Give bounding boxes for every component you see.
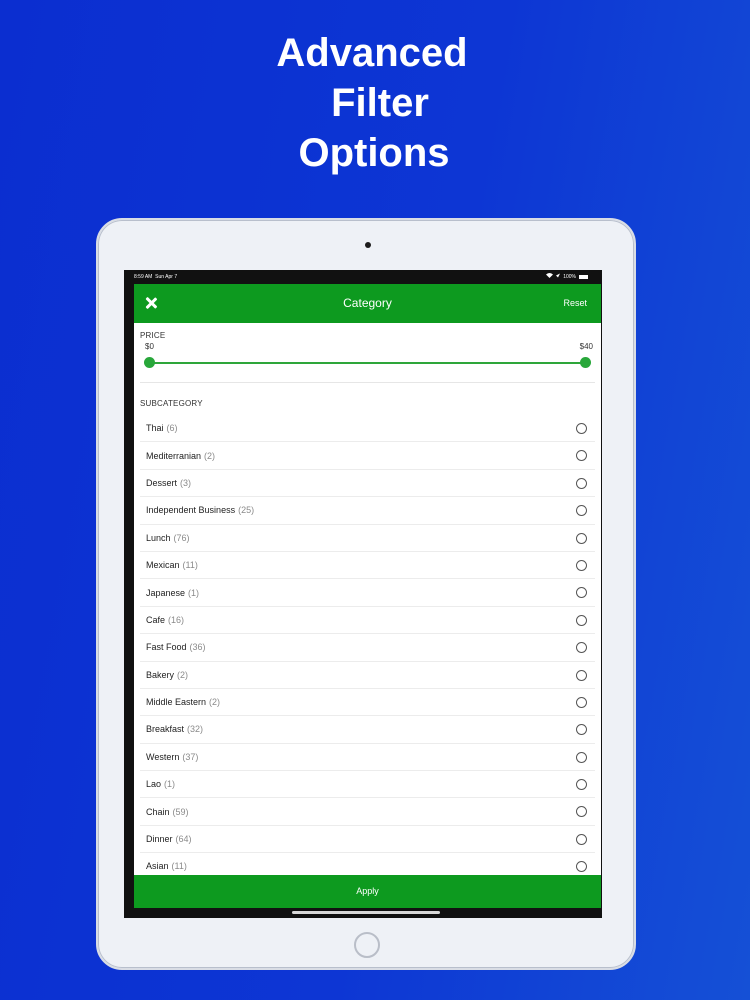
subcategory-count: (11) xyxy=(182,560,198,571)
status-time: 8:59 AM xyxy=(134,274,153,280)
subcategory-row[interactable]: Lao (1) xyxy=(140,771,595,799)
subcategory-name: Independent Business xyxy=(146,505,236,516)
filter-panel: Category Reset PRICE $0 $40 SUBCATEGORY … xyxy=(134,284,601,908)
subcategory-count: (2) xyxy=(177,669,189,680)
subcategory-row[interactable]: Dinner (64) xyxy=(140,826,595,854)
reset-button[interactable]: Reset xyxy=(563,284,587,323)
status-right: 100% xyxy=(546,270,588,284)
subcategory-count: (36) xyxy=(189,642,206,653)
subcategory-count: (76) xyxy=(173,532,190,543)
apply-button[interactable]: Apply xyxy=(134,875,601,908)
camera-dot xyxy=(365,242,371,248)
subcategory-row[interactable]: Thai (6) xyxy=(140,415,595,443)
subcategory-radio[interactable] xyxy=(576,505,587,517)
subcategory-radio[interactable] xyxy=(576,450,587,462)
subcategory-row[interactable]: Breakfast (32) xyxy=(140,716,595,744)
subcategory-name: Lao xyxy=(146,779,162,790)
home-indicator xyxy=(292,911,440,914)
price-label: PRICE xyxy=(140,331,166,340)
subcategory-count: (1) xyxy=(164,779,176,790)
subcategory-count: (32) xyxy=(187,724,204,735)
subcategory-count: (2) xyxy=(209,697,221,708)
price-section: PRICE $0 $40 xyxy=(140,323,595,383)
device-screen: 8:59 AM Sun Apr 7 100% Category Reset PR… xyxy=(124,270,602,918)
subcategory-label: SUBCATEGORY xyxy=(140,399,203,408)
subcategory-radio[interactable] xyxy=(576,532,587,544)
subcategory-row[interactable]: Bakery (2) xyxy=(140,662,595,689)
subcategory-name: Chain xyxy=(146,806,170,817)
subcategory-radio[interactable] xyxy=(576,423,587,434)
battery-percent: 100% xyxy=(563,274,576,280)
subcategory-radio[interactable] xyxy=(576,806,587,818)
headline-line-2: Filter xyxy=(331,81,429,125)
subcategory-radio[interactable] xyxy=(576,669,587,681)
subcategory-row[interactable]: Lunch (76) xyxy=(140,525,595,552)
subcategory-radio[interactable] xyxy=(576,724,587,736)
ipad-frame: 8:59 AM Sun Apr 7 100% Category Reset PR… xyxy=(96,218,636,970)
subcategory-count: (25) xyxy=(238,505,255,516)
price-slider-max-handle[interactable] xyxy=(580,357,591,368)
subcategory-row[interactable]: Mexican (11) xyxy=(140,552,595,580)
subcategory-name: Fast Food xyxy=(146,642,187,653)
subcategory-name: Dinner xyxy=(146,834,173,845)
subcategory-radio[interactable] xyxy=(576,779,587,791)
subcategory-row[interactable]: Cafe (16) xyxy=(140,607,595,635)
wifi-icon xyxy=(546,270,554,284)
subcategory-name: Dessert xyxy=(146,477,178,488)
subcategory-name: Asian xyxy=(146,861,169,872)
subcategory-radio[interactable] xyxy=(576,614,587,626)
headline: Advanced Filter Options xyxy=(0,28,750,178)
subcategory-count: (37) xyxy=(182,751,199,762)
subcategory-name: Mexican xyxy=(146,560,180,571)
subcategory-radio[interactable] xyxy=(576,559,587,571)
subcategory-count: (2) xyxy=(204,450,216,461)
subcategory-row[interactable]: Dessert (3) xyxy=(140,470,595,498)
subcategory-radio[interactable] xyxy=(576,861,587,873)
home-button[interactable] xyxy=(354,932,380,958)
battery-icon xyxy=(579,275,588,279)
subcategory-count: (59) xyxy=(172,806,189,817)
subcategory-row[interactable]: Japanese (1) xyxy=(140,579,595,607)
subcategory-name: Cafe xyxy=(146,614,166,625)
subcategory-row[interactable]: Independent Business (25) xyxy=(140,497,595,525)
subcategory-radio[interactable] xyxy=(576,833,587,845)
subcategory-name: Bakery xyxy=(146,669,175,680)
subcategory-row[interactable]: Western (37) xyxy=(140,744,595,772)
subcategory-count: (1) xyxy=(188,587,200,598)
subcategory-name: Western xyxy=(146,751,180,762)
subcategory-row[interactable]: Middle Eastern (2) xyxy=(140,689,595,717)
page-title: Category xyxy=(343,296,392,310)
status-time-date: 8:59 AM Sun Apr 7 xyxy=(134,270,177,284)
subcategory-count: (64) xyxy=(175,834,192,845)
headline-line-3: Options xyxy=(298,131,450,175)
subcategory-radio[interactable] xyxy=(576,642,587,654)
subcategory-name: Thai xyxy=(146,423,164,434)
subcategory-count: (16) xyxy=(168,614,185,625)
subcategory-name: Japanese xyxy=(146,587,186,598)
subcategory-radio[interactable] xyxy=(576,751,587,763)
subcategory-name: Mediterranian xyxy=(146,450,202,461)
subcategory-radio[interactable] xyxy=(576,477,587,489)
subcategory-list: Thai (6) Mediterranian (2) Dessert (3) Indepen… xyxy=(140,415,595,881)
subcategory-count: (3) xyxy=(180,477,192,488)
subcategory-row[interactable]: Chain (59) xyxy=(140,798,595,826)
subcategory-name: Middle Eastern xyxy=(146,697,207,708)
price-min-label: $0 xyxy=(145,342,154,351)
subcategory-radio[interactable] xyxy=(576,587,587,599)
location-icon xyxy=(556,270,561,284)
price-slider-track[interactable] xyxy=(150,362,585,364)
price-max-label: $40 xyxy=(579,342,593,351)
subcategory-row[interactable]: Mediterranian (2) xyxy=(140,442,595,470)
status-bar: 8:59 AM Sun Apr 7 100% xyxy=(124,270,602,284)
subcategory-row[interactable]: Fast Food (36) xyxy=(140,634,595,662)
subcategory-name: Lunch xyxy=(146,532,171,543)
subcategory-name: Breakfast xyxy=(146,724,185,735)
status-date: Sun Apr 7 xyxy=(155,274,178,280)
nav-bar: Category Reset xyxy=(134,284,601,323)
subcategory-count: (6) xyxy=(166,423,178,434)
price-slider-min-handle[interactable] xyxy=(144,357,155,368)
headline-line-1: Advanced xyxy=(276,31,468,75)
subcategory-radio[interactable] xyxy=(576,696,587,708)
subcategory-count: (11) xyxy=(171,861,187,872)
